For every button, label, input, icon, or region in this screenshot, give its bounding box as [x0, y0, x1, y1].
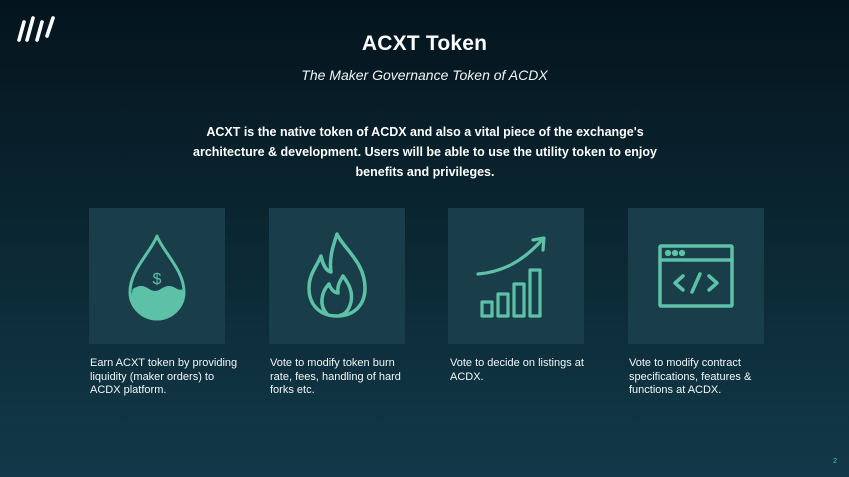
liquidity-drop-icon: $ [128, 234, 186, 321]
card-caption-listings: Vote to decide on listings at ACDX. [450, 357, 584, 383]
feature-card-burn [269, 208, 405, 344]
card-caption-burn: Vote to modify token burn rate, fees, ha… [270, 357, 401, 396]
slide-title: ACXT Token [361, 32, 488, 55]
slide-subtitle: The Maker Governance Token of ACDX [301, 67, 548, 83]
flame-icon [307, 232, 367, 318]
feature-card-listings [448, 208, 584, 344]
code-window-icon [658, 244, 734, 308]
growth-chart-icon [476, 236, 546, 318]
intro-paragraph: ACXT is the native token of ACDX and als… [193, 125, 657, 179]
page-number: 2 [833, 458, 837, 465]
feature-card-contracts [628, 208, 764, 344]
feature-card-liquidity: $ [89, 208, 225, 344]
svg-text:$: $ [153, 271, 162, 288]
card-caption-liquidity: Earn ACXT token by providing liquidity (… [90, 357, 238, 396]
card-caption-contracts: Vote to modify contract specifications, … [629, 357, 752, 396]
